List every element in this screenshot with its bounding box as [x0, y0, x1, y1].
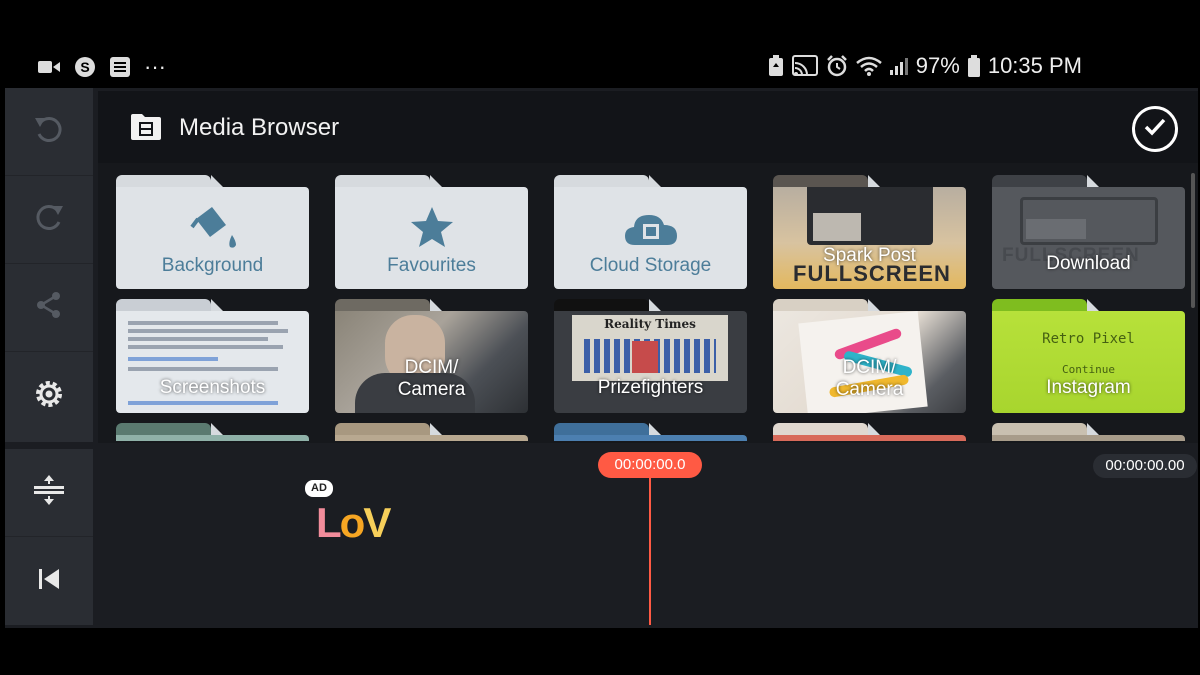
redo-button[interactable]	[5, 176, 93, 264]
status-bar: S ··· 97% 10:35 PM	[0, 0, 1200, 86]
folder-background[interactable]: Background	[116, 175, 309, 289]
folder-spark-post[interactable]: FULLSCREEN Spark Post	[773, 175, 966, 289]
timeline[interactable]: 00:00:00.0 00:00:00.00 AD LoV	[98, 449, 1198, 625]
skip-to-start-button[interactable]	[5, 537, 93, 625]
folder-cloud-storage[interactable]: Cloud Storage	[554, 175, 747, 289]
folder-screenshots[interactable]: Screenshots	[116, 299, 309, 413]
battery-percent: 97%	[915, 53, 960, 78]
redo-icon	[32, 200, 66, 239]
clock: 10:35 PM	[987, 53, 1082, 78]
playhead-time: 00:00:00.0	[598, 452, 702, 478]
media-browser: Media Browser Background Favourites Clou…	[98, 91, 1198, 443]
folder-label: DCIM/ Camera	[835, 357, 904, 400]
app-window: Media Browser Background Favourites Clou…	[5, 88, 1198, 628]
folder-dcim-camera-2[interactable]: DCIM/ Camera	[773, 299, 966, 413]
undo-button[interactable]	[5, 88, 93, 176]
undo-icon	[32, 112, 66, 151]
media-folder-icon	[130, 113, 162, 146]
folder-row3-1[interactable]	[116, 423, 309, 441]
ad-logo-letter: V	[363, 499, 391, 546]
left-toolbar-bottom	[5, 449, 93, 625]
ad-badge: AD	[305, 480, 333, 497]
track-height-icon	[32, 473, 66, 512]
folder-label: Prizefighters	[597, 377, 704, 398]
share-button[interactable]	[5, 264, 93, 352]
media-browser-title: Media Browser	[179, 114, 340, 141]
folder-row3-3[interactable]	[554, 423, 747, 441]
paint-bucket-icon	[116, 205, 309, 253]
notes-icon	[110, 57, 130, 77]
folder-label: Cloud Storage	[589, 255, 712, 276]
skip-to-start-icon	[37, 567, 61, 596]
thumb-text: Reality Times	[604, 317, 696, 331]
folder-label: DCIM/ Camera	[397, 357, 466, 400]
cloud-film-icon	[554, 211, 747, 247]
folder-grid: Background Favourites Cloud Storage FULL…	[111, 169, 1186, 441]
folder-label: Favourites	[387, 255, 476, 276]
folder-row3-2[interactable]	[335, 423, 528, 441]
folder-row3-5[interactable]	[992, 423, 1185, 441]
left-toolbar	[5, 88, 93, 442]
folder-favourites[interactable]: Favourites	[335, 175, 528, 289]
media-browser-header: Media Browser	[98, 91, 1198, 163]
status-bar-right: 97% 10:35 PM	[768, 53, 1082, 79]
folder-label: Download	[1046, 253, 1131, 274]
folder-download[interactable]: FULLSCREEN Download	[992, 175, 1185, 289]
folder-row3-4[interactable]	[773, 423, 966, 441]
battery-saver-icon	[768, 55, 784, 77]
checkmark-icon	[1143, 117, 1167, 142]
folder-label: Instagram	[1046, 377, 1131, 398]
track-height-button[interactable]	[5, 449, 93, 537]
playhead[interactable]	[649, 465, 651, 625]
folder-label: Spark Post	[823, 245, 916, 266]
thumb-text: Retro Pixel	[1042, 331, 1135, 347]
folder-label: Background	[161, 255, 264, 276]
ad-logo[interactable]: LoV	[316, 499, 391, 547]
more-dots-icon: ···	[144, 54, 166, 79]
confirm-button[interactable]	[1132, 106, 1178, 152]
alarm-icon	[826, 55, 848, 77]
thumb-subtext: Continue	[1062, 363, 1115, 376]
ad-logo-letter: L	[316, 499, 342, 546]
ad-logo-letter: o	[339, 499, 366, 546]
folder-label: Screenshots	[159, 377, 266, 398]
wifi-icon	[855, 56, 882, 76]
s-app-icon: S	[74, 56, 96, 78]
star-icon	[335, 205, 528, 249]
settings-icon	[33, 378, 65, 415]
folder-instagram[interactable]: Retro Pixel Continue Instagram	[992, 299, 1185, 413]
svg-text:S: S	[80, 59, 89, 75]
share-icon	[34, 290, 64, 325]
browser-scrollbar[interactable]	[1191, 173, 1195, 308]
signal-icon	[889, 57, 908, 75]
folder-prizefighters[interactable]: Reality Times Prizefighters	[554, 299, 747, 413]
cast-icon	[791, 55, 818, 77]
settings-button[interactable]	[5, 352, 93, 440]
status-bar-left: S ···	[38, 54, 166, 80]
video-icon	[38, 60, 60, 74]
battery-icon	[967, 55, 980, 77]
folder-dcim-camera[interactable]: DCIM/ Camera	[335, 299, 528, 413]
total-duration: 00:00:00.00	[1093, 454, 1197, 478]
